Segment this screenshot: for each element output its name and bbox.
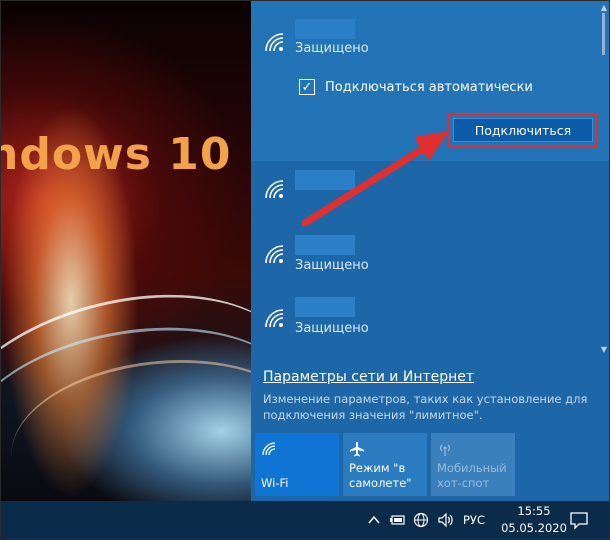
network-item[interactable] [251, 166, 597, 228]
scroll-down-arrow-icon[interactable]: ▼ [601, 345, 607, 354]
auto-connect-row[interactable]: ✓ Подключаться автоматически [299, 76, 533, 98]
network-name-redacted [295, 19, 355, 39]
wallpaper-title: ndows 10 [1, 129, 232, 180]
wifi-icon [262, 442, 276, 456]
wifi-secured-icon [265, 33, 284, 52]
chevron-up-icon[interactable] [365, 511, 383, 529]
desktop-wallpaper: ndows 10 [1, 1, 251, 501]
network-settings-description: Изменение параметров, таких как установл… [263, 392, 588, 422]
tile-label: Режим "в самолете" [349, 461, 412, 490]
network-list[interactable]: Защищено ✓ Подключаться автоматически По… [251, 1, 609, 357]
scroll-up-arrow-icon[interactable]: ▲ [601, 3, 607, 12]
hotspot-icon [440, 444, 450, 456]
network-item[interactable]: Защищено [251, 229, 597, 291]
airplane-icon [350, 442, 364, 457]
scrollbar-thumb[interactable] [602, 13, 605, 55]
network-name-redacted [295, 297, 355, 317]
wifi-secured-icon [265, 245, 284, 264]
taskbar: РУС 15:55 05.05.2020 [1, 501, 609, 539]
notification-icon[interactable] [569, 510, 589, 530]
network-list-scrollbar[interactable]: ▲ ▼ [597, 1, 609, 357]
network-name-redacted [295, 235, 355, 255]
input-language-indicator[interactable]: РУС [463, 513, 485, 527]
wifi-quick-action-tile[interactable]: Wi-Fi [255, 433, 339, 496]
clock-date[interactable]: 05.05.2020 [499, 521, 569, 535]
tile-label: Wi-Fi [261, 476, 289, 490]
auto-connect-label: Подключаться автоматически [325, 79, 533, 95]
wifi-icon [265, 180, 284, 199]
mobile-hotspot-tile[interactable]: Мобильный хот-спот [431, 433, 515, 496]
network-settings-link[interactable]: Параметры сети и Интернет [263, 369, 474, 385]
connect-button[interactable]: Подключиться [453, 118, 593, 142]
network-item[interactable]: Защищено [251, 293, 597, 355]
network-globe-icon[interactable] [412, 511, 430, 529]
wifi-secured-icon [265, 309, 284, 328]
battery-icon[interactable] [389, 511, 407, 529]
selected-network[interactable]: Защищено ✓ Подключаться автоматически По… [251, 1, 609, 161]
screenshot-frame: ndows 10 Защищено ✓ Подключаться автомат… [0, 0, 610, 540]
network-name-redacted [295, 170, 355, 190]
volume-icon[interactable] [436, 511, 454, 529]
network-status: Защищено [295, 258, 369, 273]
clock-time[interactable]: 15:55 [511, 504, 557, 518]
auto-connect-checkbox[interactable]: ✓ [299, 79, 315, 95]
network-status: Защищено [295, 321, 369, 336]
airplane-mode-tile[interactable]: Режим "в самолете" [343, 433, 427, 496]
network-flyout: Защищено ✓ Подключаться автоматически По… [251, 1, 609, 501]
tile-label: Мобильный хот-спот [437, 461, 507, 490]
network-status: Защищено [295, 41, 369, 56]
